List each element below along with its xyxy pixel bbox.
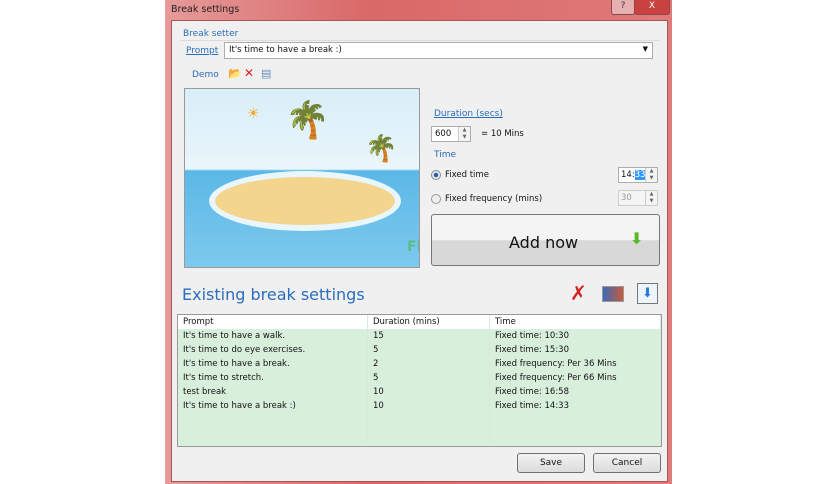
table-row[interactable]: It's time to have a break. 2 Fixed frequen… xyxy=(178,357,661,371)
table-cell xyxy=(367,427,490,441)
delete-icon[interactable]: ✕ xyxy=(244,66,254,80)
break-setter-label: Break setter xyxy=(183,29,239,39)
title-bar: Break settings ? X xyxy=(165,0,672,20)
divider xyxy=(180,40,660,41)
island xyxy=(215,177,395,225)
fixed-time-radio[interactable] xyxy=(431,170,441,180)
table-cell: Fixed time: 10:30 xyxy=(489,329,661,343)
dialog-body: Break setter Prompt It's time to have a … xyxy=(171,20,668,482)
spin-arrows-icon[interactable]: ▲ ▼ xyxy=(645,191,657,205)
table-row[interactable]: test break 10 Fixed time: 16:58 xyxy=(178,385,661,399)
window-title: Break settings xyxy=(171,4,240,15)
sun-icon: ☀ xyxy=(247,106,260,122)
table-cell: Fixed frequency: Per 66 Mins xyxy=(489,371,661,385)
fixed-frequency-spinbox[interactable]: 30 ▲ ▼ xyxy=(618,190,658,206)
spin-arrows-icon[interactable]: ▲ ▼ xyxy=(458,127,470,141)
arrow-down-icon: ⬇ xyxy=(630,229,644,248)
prompt-value: It's time to have a break :) xyxy=(229,45,342,55)
prompt-label: Prompt xyxy=(186,46,219,56)
delete-setting-icon[interactable]: ✗ xyxy=(570,281,587,305)
table-cell: It's time to stretch. xyxy=(178,371,368,385)
document-icon[interactable]: ▤ xyxy=(261,67,271,80)
export-down-icon[interactable]: ⬇ xyxy=(637,283,658,304)
table-row[interactable] xyxy=(178,427,661,441)
existing-settings-table[interactable]: Prompt Duration (mins) Time It's time to… xyxy=(177,314,662,447)
table-cell: Fixed time: 15:30 xyxy=(489,343,661,357)
duration-spinbox[interactable]: 600 ▲ ▼ xyxy=(431,126,471,142)
table-cell: 10 xyxy=(367,399,490,413)
column-header-time[interactable]: Time xyxy=(489,315,661,329)
table-cell xyxy=(367,441,490,446)
minute-value: 33 xyxy=(634,170,646,180)
prompt-combobox[interactable]: It's time to have a break :) ▼ xyxy=(224,42,653,59)
open-folder-icon[interactable]: 📂 xyxy=(228,67,242,80)
table-cell: test break xyxy=(178,385,368,399)
duration-minutes: = 10 Mins xyxy=(481,129,524,139)
palm-tree-icon: 🌴 xyxy=(365,134,398,164)
table-row[interactable] xyxy=(178,441,661,446)
table-cell: It's time to do eye exercises. xyxy=(178,343,368,357)
existing-settings-title: Existing break settings xyxy=(182,285,365,304)
table-cell: It's time to have a break. xyxy=(178,357,368,371)
duration-value: 600 xyxy=(435,129,452,139)
table-cell: 5 xyxy=(367,343,490,357)
frequency-value: 30 xyxy=(621,193,632,203)
table-cell: 5 xyxy=(367,371,490,385)
fixed-time-label: Fixed time xyxy=(445,170,489,180)
table-cell: Fixed frequency: Per 36 Mins xyxy=(489,357,661,371)
column-header-duration[interactable]: Duration (mins) xyxy=(367,315,490,329)
break-settings-window: Break settings ? X Break setter Prompt I… xyxy=(165,0,672,484)
table-cell xyxy=(178,427,368,441)
table-cell: 10 xyxy=(367,385,490,399)
watermark: FILECR xyxy=(407,239,419,255)
table-row[interactable]: It's time to have a walk. 15 Fixed time: 1… xyxy=(178,329,661,343)
table-row[interactable]: It's time to stretch. 5 Fixed frequency: P… xyxy=(178,371,661,385)
table-cell: It's time to have a break :) xyxy=(178,399,368,413)
chevron-down-icon[interactable]: ▼ xyxy=(643,45,648,53)
table-cell: Fixed time: 16:58 xyxy=(489,385,661,399)
table-cell xyxy=(367,413,490,427)
demo-image: 🌴 🌴 ☀ FILECR xyxy=(184,88,420,268)
fixed-time-spinbox[interactable]: 14:33 ▲ ▼ xyxy=(618,167,658,183)
table-cell: 15 xyxy=(367,329,490,343)
spin-arrows-icon[interactable]: ▲ ▼ xyxy=(645,168,657,182)
table-row[interactable] xyxy=(178,413,661,427)
close-button[interactable]: X xyxy=(634,0,670,15)
fixed-frequency-label: Fixed frequency (mins) xyxy=(445,194,543,204)
table-cell xyxy=(178,413,368,427)
hour-value: 14: xyxy=(621,170,635,180)
help-button[interactable]: ? xyxy=(611,0,635,15)
add-now-button[interactable]: Add now ⬇ xyxy=(431,214,660,266)
demo-label: Demo xyxy=(192,70,219,80)
table-cell xyxy=(178,441,368,446)
save-button[interactable]: Save xyxy=(517,453,585,473)
table-cell: It's time to have a walk. xyxy=(178,329,368,343)
column-header-prompt[interactable]: Prompt xyxy=(178,315,368,329)
table-row[interactable]: It's time to do eye exercises. 5 Fixed tim… xyxy=(178,343,661,357)
fixed-frequency-radio[interactable] xyxy=(431,194,441,204)
table-cell xyxy=(489,427,661,441)
cancel-button[interactable]: Cancel xyxy=(593,453,661,473)
table-cell xyxy=(489,441,661,446)
time-label: Time xyxy=(434,150,457,160)
add-now-label: Add now xyxy=(509,233,579,252)
duration-label: Duration (secs) xyxy=(434,109,503,119)
image-icon[interactable] xyxy=(602,286,624,302)
table-cell: 2 xyxy=(367,357,490,371)
palm-tree-icon: 🌴 xyxy=(285,100,330,141)
table-cell: Fixed time: 14:33 xyxy=(489,399,661,413)
table-row[interactable]: It's time to have a break :) 10 Fixed time… xyxy=(178,399,661,413)
table-cell xyxy=(489,413,661,427)
